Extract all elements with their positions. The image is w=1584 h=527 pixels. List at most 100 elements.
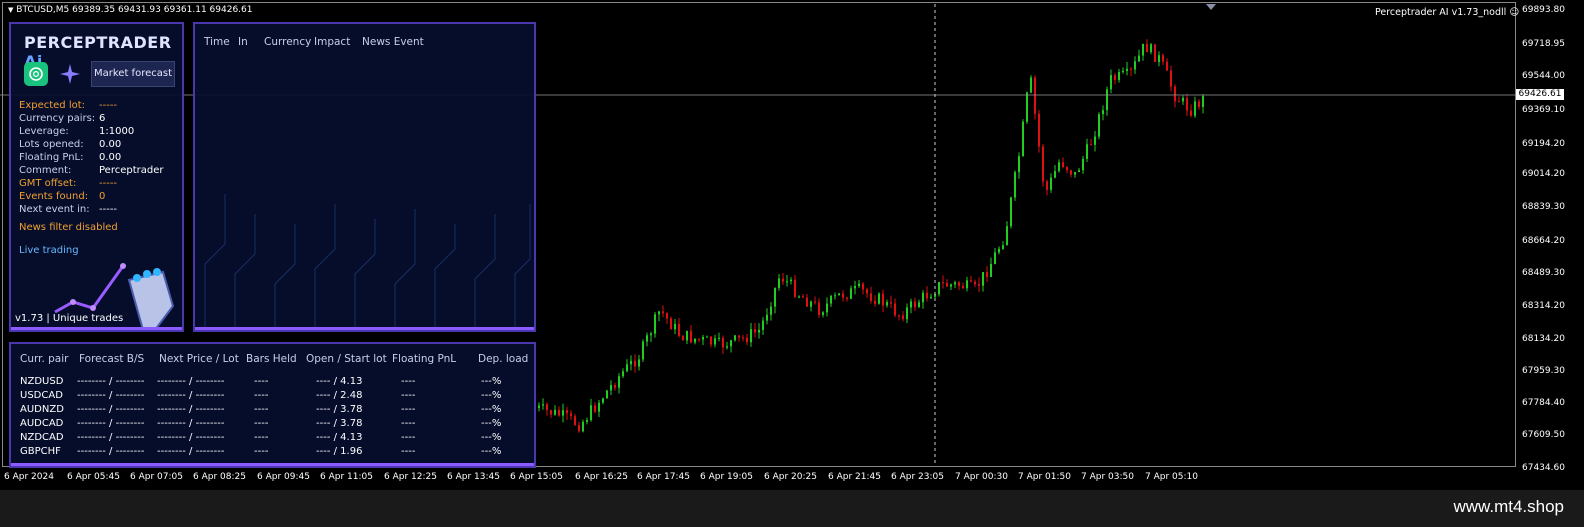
- candle-body: [730, 340, 732, 347]
- candle-body: [714, 338, 716, 345]
- candle-body: [1026, 92, 1028, 122]
- table-row[interactable]: GBPCHF -------- / -------- -------- / ----…: [11, 446, 534, 460]
- candle-body: [962, 285, 964, 289]
- sparkle-icon[interactable]: [58, 62, 82, 86]
- time-tick: 6 Apr 08:25: [193, 472, 246, 482]
- stat-label: Lots opened:: [19, 139, 84, 150]
- stat-label: Events found:: [19, 191, 89, 202]
- ea-name-label: Perceptrader AI v1.73_nodll ☺: [1375, 7, 1520, 18]
- table-cell: ----: [254, 390, 269, 401]
- col-header-bars-held: Bars Held: [246, 353, 297, 365]
- table-row[interactable]: USDCAD -------- / -------- -------- / ----…: [11, 390, 534, 404]
- candle-body: [1082, 158, 1084, 171]
- candle-body: [1154, 44, 1156, 62]
- table-cell: ---%: [481, 446, 502, 457]
- candle-body: [722, 337, 724, 348]
- time-tick: 6 Apr 21:45: [828, 472, 881, 482]
- table-cell: USDCAD: [20, 390, 63, 401]
- candle-body: [1018, 156, 1020, 173]
- candle-body: [1002, 245, 1004, 249]
- col-header-forecast: Forecast B/S: [79, 353, 145, 365]
- site-watermark: www.mt4.shop: [1453, 497, 1564, 516]
- time-scale[interactable]: 6 Apr 2024 6 Apr 05:45 6 Apr 07:05 6 Apr 08…: [0, 470, 1516, 490]
- candle-body: [830, 295, 832, 304]
- table-row[interactable]: NZDUSD -------- / -------- -------- / ----…: [11, 376, 534, 390]
- candle-body: [650, 333, 652, 336]
- chatgpt-icon[interactable]: [24, 62, 48, 86]
- candle-body: [938, 282, 940, 295]
- news-header-currency: Currency: [264, 36, 312, 48]
- price-tick: 69718.95: [1522, 39, 1565, 49]
- table-cell: -------- / --------: [157, 418, 225, 429]
- table-cell: ---- / 2.48: [316, 390, 363, 401]
- candle-body: [978, 284, 980, 286]
- candle-body: [882, 293, 884, 306]
- candle-body: [1182, 97, 1184, 102]
- table-row[interactable]: AUDCAD -------- / -------- -------- / ----…: [11, 418, 534, 432]
- candle-body: [1046, 181, 1048, 190]
- time-tick: 6 Apr 07:05: [130, 472, 183, 482]
- chart-shift-marker-icon[interactable]: [1206, 4, 1216, 10]
- candle-body: [638, 359, 640, 367]
- version-label: v1.73 | Unique trades: [15, 313, 124, 324]
- table-row[interactable]: NZDCAD -------- / -------- -------- / ----…: [11, 432, 534, 446]
- candle-body: [798, 296, 800, 298]
- candle-body: [782, 278, 784, 282]
- candle-body: [678, 323, 680, 336]
- candle-body: [642, 341, 644, 360]
- col-header-dep-load: Dep. load: [478, 353, 529, 365]
- stat-row: Lots opened: 0.00: [19, 138, 121, 151]
- table-cell: ---- / 4.13: [316, 376, 363, 387]
- perceptrader-panel: PERCEPTRADER Ai Market forecast Expected…: [9, 22, 184, 332]
- table-cell: ---%: [481, 390, 502, 401]
- stat-row: Next event in: -----: [19, 203, 117, 216]
- candle-body: [686, 330, 688, 341]
- stat-row: Expected lot: -----: [19, 99, 117, 112]
- candle-body: [1006, 226, 1008, 246]
- time-tick: 6 Apr 2024: [4, 472, 54, 482]
- candle-body: [582, 421, 584, 432]
- candle-body: [942, 282, 944, 284]
- candle-body: [1090, 144, 1092, 146]
- time-tick: 6 Apr 13:45: [447, 472, 500, 482]
- candle-body: [1174, 86, 1176, 102]
- candle-body: [930, 296, 932, 299]
- candle-body: [546, 404, 548, 411]
- table-cell: NZDCAD: [20, 432, 64, 443]
- table-cell: ----: [254, 446, 269, 457]
- candle-body: [1010, 197, 1012, 227]
- candle-body: [562, 410, 564, 416]
- candle-body: [1074, 171, 1076, 175]
- time-tick: 7 Apr 05:10: [1145, 472, 1198, 482]
- market-forecast-button[interactable]: Market forecast: [91, 61, 175, 87]
- table-row[interactable]: AUDNZD -------- / -------- -------- / ----…: [11, 404, 534, 418]
- candle-body: [1102, 110, 1104, 115]
- candle-body: [1150, 44, 1152, 53]
- candle-body: [1130, 68, 1132, 70]
- table-cell: -------- / --------: [77, 390, 145, 401]
- table-cell: ----: [401, 432, 416, 443]
- candle-body: [810, 301, 812, 307]
- price-scale[interactable]: 69893.80 69718.95 69544.00 69369.10 69194.20…: [1518, 0, 1584, 473]
- stat-label: Leverage:: [19, 126, 69, 137]
- stat-value: -----: [99, 100, 118, 111]
- table-cell: ----: [254, 418, 269, 429]
- time-tick: 7 Apr 01:50: [1018, 472, 1071, 482]
- candle-body: [1138, 55, 1140, 62]
- candle-body: [550, 410, 552, 415]
- candle-body: [910, 301, 912, 308]
- candle-body: [906, 307, 908, 320]
- candle-body: [1114, 75, 1116, 81]
- candle-body: [558, 409, 560, 416]
- price-tick: 67784.40: [1522, 398, 1565, 408]
- candle-body: [922, 292, 924, 303]
- candle-body: [958, 282, 960, 286]
- candle-body: [538, 405, 540, 408]
- candle-body: [1086, 144, 1088, 159]
- table-cell: GBPCHF: [20, 446, 61, 457]
- price-tick: 69014.20: [1522, 169, 1565, 179]
- candle-body: [1122, 71, 1124, 73]
- candle-body: [734, 335, 736, 341]
- candle-body: [606, 390, 608, 399]
- table-cell: ----: [254, 404, 269, 415]
